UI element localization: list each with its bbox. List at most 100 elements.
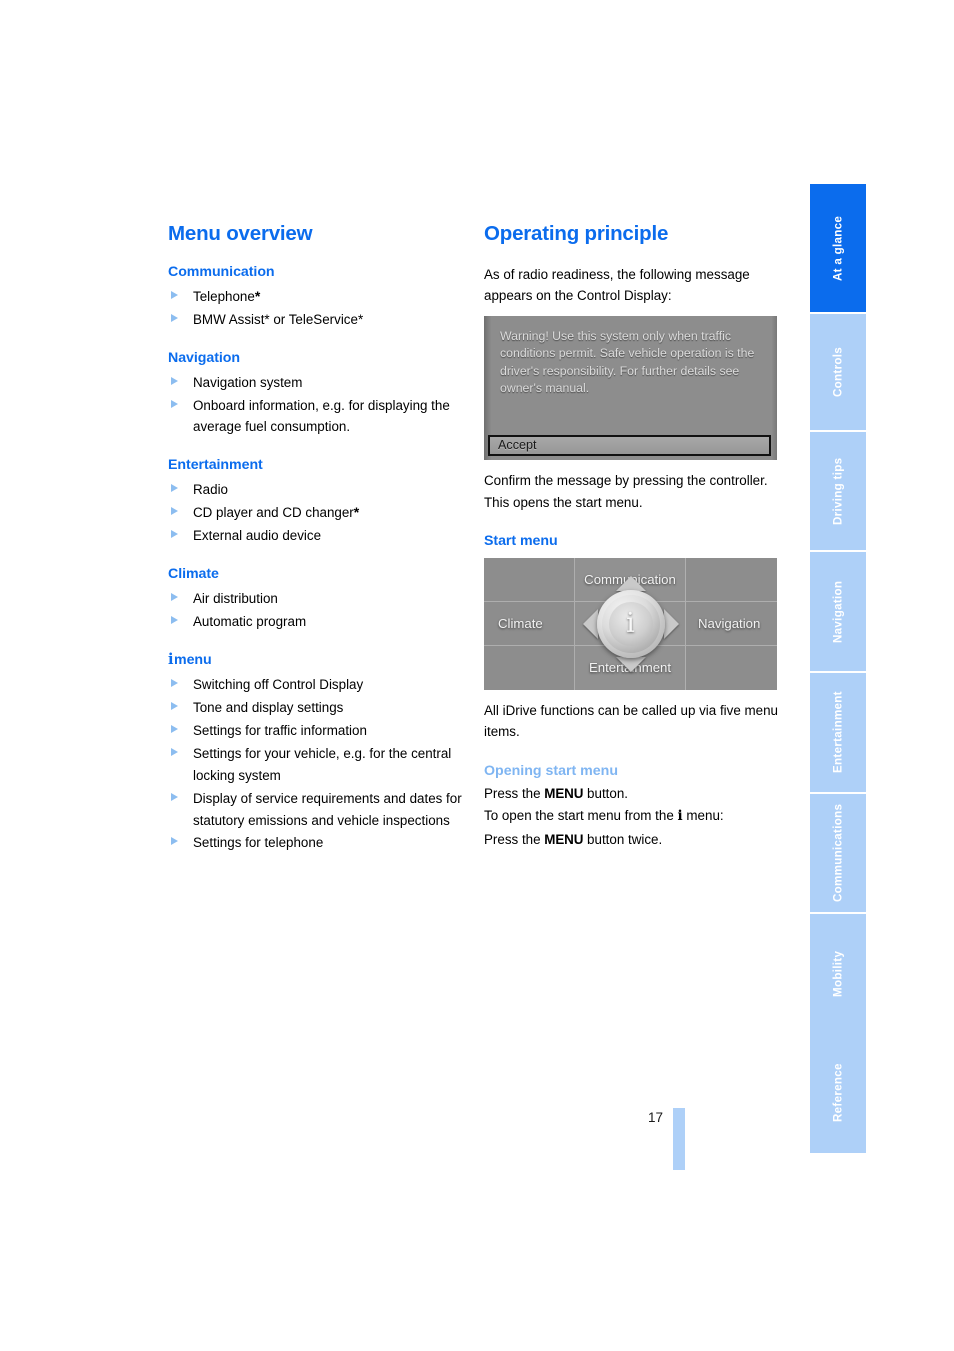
list-item-label: Telephone	[193, 289, 255, 304]
tab-entertainment[interactable]: Entertainment	[810, 671, 866, 792]
bullet-triangle-icon	[171, 747, 178, 756]
tab-communications[interactable]: Communications	[810, 792, 866, 912]
tab-driving-tips[interactable]: Driving tips	[810, 430, 866, 550]
chevron-right-icon	[663, 608, 679, 639]
confirm-paragraph: Confirm the message by pressing the cont…	[484, 472, 768, 488]
list-item-label: Automatic program	[193, 613, 307, 629]
list-item-label: Radio	[193, 482, 228, 498]
menu-item-navigation[interactable]: Navigation	[686, 602, 777, 646]
chapter-tab-rail: At a glance Controls Driving tips Naviga…	[810, 182, 866, 1153]
bullet-triangle-icon	[171, 837, 178, 846]
list-i-menu: Switching off Control Display Tone and d…	[168, 674, 468, 854]
tab-reference[interactable]: Reference	[810, 1033, 866, 1153]
opens-start-menu-paragraph: This opens the start menu.	[484, 495, 643, 511]
opening-step-2: To open the start menu from the i menu:	[484, 805, 779, 828]
list-item: Display of service requirements and date…	[168, 788, 468, 832]
tab-controls[interactable]: Controls	[810, 312, 866, 430]
step-text-post: button twice.	[583, 831, 663, 847]
tab-mobility[interactable]: Mobility	[810, 912, 866, 1033]
bullet-triangle-icon	[171, 679, 178, 688]
operating-principle-title: Operating principle	[484, 222, 669, 245]
idrive-controller-graphic: i	[582, 575, 679, 672]
grid-cell-empty-br	[686, 646, 777, 690]
bullet-triangle-icon	[171, 484, 178, 493]
chevron-left-icon	[582, 608, 598, 639]
control-display-warning-screenshot: Warning! Use this system only when traff…	[484, 315, 777, 460]
left-column: Menu overview Communication Telephone* B…	[168, 222, 468, 855]
list-item-label: Tone and display settings	[193, 700, 344, 716]
accept-button[interactable]: Accept	[488, 434, 771, 456]
step-text-post: menu:	[682, 808, 724, 824]
bullet-triangle-icon	[171, 725, 178, 734]
bullet-triangle-icon	[171, 615, 178, 624]
list-item: Settings for telephone	[168, 832, 468, 854]
start-menu-screenshot: Communication Climate Navigation Enterta…	[484, 557, 777, 690]
opening-step-1: Press the MENU button.	[484, 783, 779, 804]
list-item-label: BMW Assist* or TeleService*	[193, 311, 364, 327]
screen-bezel-right	[772, 315, 777, 460]
list-item: Tone and display settings	[168, 697, 468, 719]
list-item-label: External audio device	[193, 527, 322, 543]
list-item: Telephone*	[168, 286, 468, 308]
menu-item-climate[interactable]: Climate	[484, 601, 575, 646]
list-item-label: Navigation system	[193, 374, 303, 390]
start-menu-caption: All iDrive functions can be called up vi…	[484, 702, 778, 740]
subsection-heading-communication: Communication	[168, 264, 275, 280]
list-entertainment: Radio CD player and CD changer* External…	[168, 479, 468, 547]
menu-button-keyword: MENU	[544, 831, 584, 847]
controller-knob-inner: i	[608, 601, 653, 646]
list-item-label: Settings for your vehicle, e.g. for the …	[193, 745, 452, 783]
list-item: Settings for traffic information	[168, 720, 468, 742]
bullet-triangle-icon	[171, 702, 178, 711]
bullet-triangle-icon	[171, 507, 178, 516]
info-i-icon: i	[626, 608, 635, 640]
subsection-heading-entertainment: Entertainment	[168, 457, 263, 474]
list-item: CD player and CD changer*	[168, 502, 468, 524]
page-number-bar	[673, 1108, 685, 1170]
subsection-heading-label: menu	[174, 652, 212, 669]
list-item-label: Onboard information, e.g. for displaying…	[193, 397, 450, 435]
opening-start-menu-heading: Opening start menu	[484, 762, 619, 779]
list-navigation: Navigation system Onboard information, e…	[168, 372, 468, 439]
manual-page: Menu overview Communication Telephone* B…	[0, 0, 954, 1351]
list-item: External audio device	[168, 525, 468, 547]
bullet-triangle-icon	[171, 291, 178, 299]
list-item: Automatic program	[168, 611, 468, 633]
step-text-post: button.	[583, 785, 628, 801]
bullet-triangle-icon	[171, 529, 178, 538]
grid-cell-empty-bl	[484, 645, 575, 690]
list-item-label: Air distribution	[193, 590, 278, 606]
asterisk-marker: *	[353, 504, 360, 521]
page-title: Menu overview	[168, 222, 313, 245]
start-menu-heading: Start menu	[484, 532, 558, 549]
list-item: Navigation system	[168, 372, 468, 394]
list-climate: Air distribution Automatic program	[168, 588, 468, 633]
chevron-up-icon	[615, 575, 646, 591]
list-item: Onboard information, e.g. for displaying…	[168, 395, 468, 439]
list-item: Switching off Control Display	[168, 674, 468, 696]
tab-at-a-glance[interactable]: At a glance	[810, 182, 866, 312]
list-item-label: Display of service requirements and date…	[193, 790, 462, 828]
intro-paragraph: As of radio readiness, the following mes…	[484, 267, 750, 304]
step-text-pre: To open the start menu from the	[484, 808, 678, 824]
bullet-triangle-icon	[171, 592, 178, 601]
list-communication: Telephone* BMW Assist* or TeleService*	[168, 286, 468, 331]
bullet-triangle-icon	[171, 313, 178, 322]
subsection-heading-i-menu: imenu	[168, 651, 468, 668]
list-item: Settings for your vehicle, e.g. for the …	[168, 743, 468, 787]
list-item: BMW Assist* or TeleService*	[168, 309, 468, 331]
controller-knob[interactable]: i	[596, 589, 665, 658]
tab-navigation[interactable]: Navigation	[810, 550, 866, 671]
subsection-heading-navigation: Navigation	[168, 349, 241, 366]
grid-cell-empty-tr	[686, 558, 777, 602]
list-item: Radio	[168, 479, 468, 501]
step-text-pre: Press the	[484, 785, 545, 801]
list-item: Air distribution	[168, 588, 468, 610]
warning-message-text: Warning! Use this system only when traff…	[500, 328, 755, 396]
list-item-label: CD player and CD changer	[193, 505, 354, 521]
list-item-label: Settings for traffic information	[193, 723, 367, 739]
chevron-down-icon	[615, 656, 646, 672]
bullet-triangle-icon	[171, 399, 178, 408]
asterisk-marker: *	[254, 288, 261, 304]
grid-cell-empty-tl	[484, 557, 575, 602]
